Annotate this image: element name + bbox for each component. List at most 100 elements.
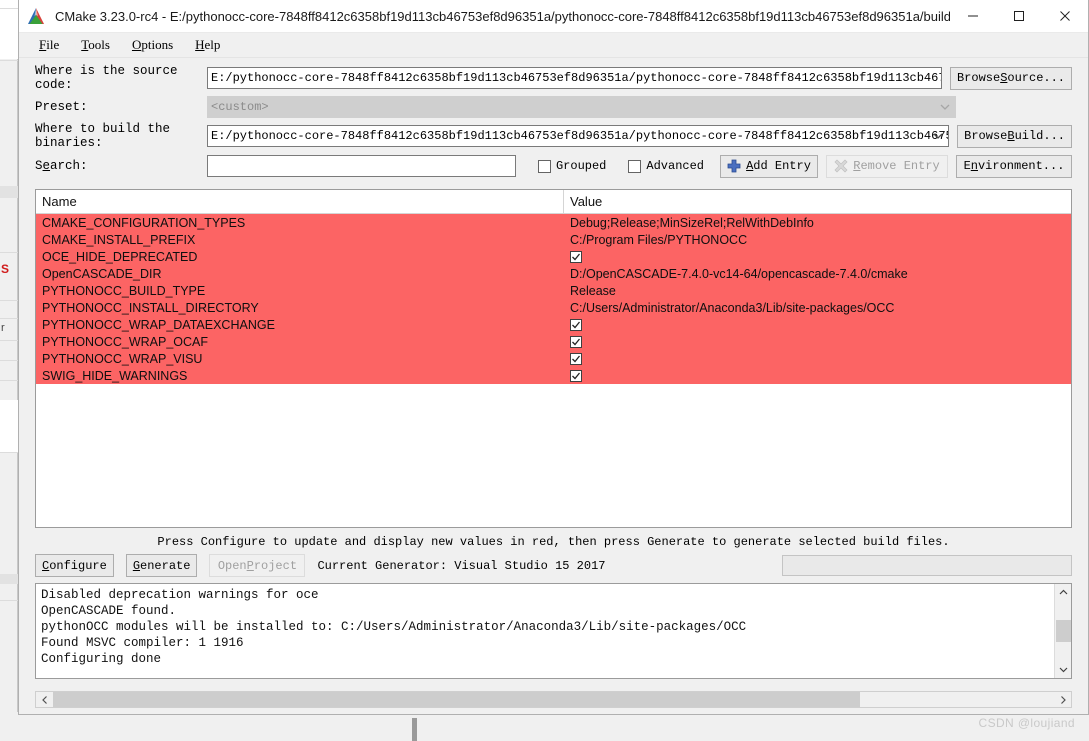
column-header-name[interactable]: Name	[36, 190, 564, 213]
menu-help[interactable]: Help	[185, 35, 230, 55]
menu-file[interactable]: FFileile	[29, 35, 69, 55]
cache-entry-name[interactable]: PYTHONOCC_WRAP_OCAF	[36, 333, 564, 350]
table-row[interactable]: OpenCASCADE_DIR D:/OpenCASCADE-7.4.0-vc14…	[36, 265, 1071, 282]
scroll-thumb[interactable]	[53, 692, 861, 707]
minimize-button[interactable]	[950, 0, 996, 33]
chevron-right-icon[interactable]	[1054, 692, 1071, 707]
environment-button[interactable]: En vironment...	[956, 154, 1072, 178]
source-label: Where is the source code:	[35, 64, 178, 92]
cache-entry-value[interactable]	[564, 316, 1071, 333]
table-row[interactable]: CMAKE_CONFIGURATION_TYPES Debug;Release;M…	[36, 214, 1071, 231]
close-button[interactable]	[1042, 0, 1088, 33]
cache-entry-value[interactable]	[564, 350, 1071, 367]
cache-entry-value[interactable]: Release	[564, 282, 1071, 299]
scroll-thumb[interactable]	[1055, 620, 1071, 642]
browse-build-button[interactable]: Browse Build...	[957, 124, 1072, 148]
log-line: OpenCASCADE found.	[41, 604, 177, 618]
open-project-button: Open Project	[209, 554, 306, 577]
cache-entry-checkbox[interactable]	[570, 318, 582, 331]
log-vertical-scrollbar[interactable]	[1054, 584, 1071, 678]
generate-button[interactable]: Generate	[125, 554, 198, 577]
cache-entry-value[interactable]: D:/OpenCASCADE-7.4.0-vc14-64/opencascade…	[564, 265, 1071, 282]
remove-entry-button: Remove Entry	[826, 154, 948, 178]
advanced-label: Advanced	[646, 159, 704, 173]
add-entry-button[interactable]: Add Entry	[720, 154, 818, 178]
search-label: Search:	[35, 159, 88, 173]
taskbar-tick	[412, 718, 417, 741]
cache-entries-table: Name Value CMAKE_CONFIGURATION_TYPES Debu…	[35, 189, 1072, 528]
log-line: Disabled deprecation warnings for oce	[41, 588, 319, 602]
cmake-logo-icon	[25, 6, 47, 26]
log-line: pythonOCC modules will be installed to: …	[41, 620, 747, 634]
remove-x-icon	[834, 159, 848, 173]
menu-options[interactable]: Options	[122, 35, 183, 55]
cache-entry-checkbox[interactable]	[570, 352, 582, 365]
table-row[interactable]: PYTHONOCC_INSTALL_DIRECTORY C:/Users/Admi…	[36, 299, 1071, 316]
log-line: Found MSVC compiler: 1 1916	[41, 636, 244, 650]
configure-button[interactable]: Configure	[35, 554, 114, 577]
source-row: Where is the source code: E:/pythonocc-c…	[35, 64, 1072, 92]
menu-tools[interactable]: Tools	[71, 35, 120, 55]
build-path-value: E:/pythonocc-core-7848ff8412c6358bf19d11…	[211, 129, 948, 143]
background-glyph: r	[1, 322, 5, 334]
scroll-track[interactable]	[1055, 601, 1071, 661]
add-entry-label: Add Entry	[746, 159, 811, 173]
table-body: CMAKE_CONFIGURATION_TYPES Debug;Release;M…	[36, 214, 1071, 527]
browse-source-button[interactable]: Browse Source...	[949, 66, 1072, 90]
cache-entry-value[interactable]: Debug;Release;MinSizeRel;RelWithDebInfo	[564, 214, 1071, 231]
search-input[interactable]	[207, 155, 516, 177]
background-glyph: S	[1, 262, 10, 276]
cache-entry-name[interactable]: SWIG_HIDE_WARNINGS	[36, 367, 564, 384]
grouped-checkbox[interactable]: Grouped	[537, 159, 606, 173]
table-row[interactable]: PYTHONOCC_WRAP_DATAEXCHANGE	[36, 316, 1071, 333]
cache-entry-name[interactable]: PYTHONOCC_WRAP_VISU	[36, 350, 564, 367]
maximize-button[interactable]	[996, 0, 1042, 33]
advanced-checkbox[interactable]: Advanced	[628, 159, 704, 173]
progress-bar	[782, 555, 1072, 576]
table-row[interactable]: CMAKE_INSTALL_PREFIX C:/Program Files/PYT…	[36, 231, 1071, 248]
table-row[interactable]: PYTHONOCC_WRAP_OCAF	[36, 333, 1071, 350]
preset-label: Preset:	[35, 100, 88, 114]
cache-entry-value[interactable]: C:/Program Files/PYTHONOCC	[564, 231, 1071, 248]
cache-entry-checkbox[interactable]	[570, 335, 582, 348]
preset-select[interactable]: <custom>	[207, 96, 956, 118]
cmake-gui-window: CMake 3.23.0-rc4 - E:/pythonocc-core-784…	[18, 0, 1089, 715]
cache-entry-value[interactable]	[564, 367, 1071, 384]
chevron-up-icon[interactable]	[1055, 584, 1072, 601]
build-path-input[interactable]: E:/pythonocc-core-7848ff8412c6358bf19d11…	[207, 125, 950, 147]
table-row[interactable]: OCE_HIDE_DEPRECATED	[36, 248, 1071, 265]
cache-entry-checkbox[interactable]	[570, 369, 582, 382]
chevron-down-icon	[939, 101, 951, 113]
log-text[interactable]: Disabled deprecation warnings for oce Ope…	[36, 584, 1054, 678]
current-generator-text: Current Generator: Visual Studio 15 2017	[317, 558, 606, 573]
screen: S r CMake 3.23.0-rc4 - E:/pythonocc-core…	[0, 0, 1089, 741]
cache-entry-name[interactable]: PYTHONOCC_WRAP_DATAEXCHANGE	[36, 316, 564, 333]
cache-entry-checkbox[interactable]	[570, 250, 582, 263]
action-row: Configure Generate Open Project Current …	[19, 554, 1088, 583]
chevron-down-icon[interactable]	[932, 130, 944, 142]
chevron-down-icon[interactable]	[1055, 661, 1072, 678]
table-row[interactable]: PYTHONOCC_BUILD_TYPE Release	[36, 282, 1071, 299]
window-title: CMake 3.23.0-rc4 - E:/pythonocc-core-784…	[55, 8, 950, 24]
preset-row: Preset: <custom> Browse	[35, 95, 1072, 119]
cache-entry-name[interactable]: PYTHONOCC_INSTALL_DIRECTORY	[36, 299, 564, 316]
source-path-input[interactable]: E:/pythonocc-core-7848ff8412c6358bf19d11…	[207, 67, 942, 89]
cache-entry-value[interactable]: C:/Users/Administrator/Anaconda3/Lib/sit…	[564, 299, 1071, 316]
background-window-strip[interactable]: S r	[0, 0, 18, 741]
menu-bar: FFileile Tools Options Help	[19, 33, 1088, 58]
log-horizontal-scrollbar[interactable]	[35, 691, 1072, 708]
chevron-left-icon[interactable]	[36, 692, 53, 707]
cache-entry-name[interactable]: OCE_HIDE_DEPRECATED	[36, 248, 564, 265]
output-log: Disabled deprecation warnings for oce Ope…	[35, 583, 1072, 679]
cache-entry-name[interactable]: CMAKE_INSTALL_PREFIX	[36, 231, 564, 248]
cache-entry-name[interactable]: PYTHONOCC_BUILD_TYPE	[36, 282, 564, 299]
table-row[interactable]: PYTHONOCC_WRAP_VISU	[36, 350, 1071, 367]
cache-entry-name[interactable]: CMAKE_CONFIGURATION_TYPES	[36, 214, 564, 231]
table-row[interactable]: SWIG_HIDE_WARNINGS	[36, 367, 1071, 384]
preset-value: <custom>	[211, 100, 269, 114]
title-bar: CMake 3.23.0-rc4 - E:/pythonocc-core-784…	[19, 0, 1088, 33]
cache-entry-value[interactable]	[564, 333, 1071, 350]
cache-entry-name[interactable]: OpenCASCADE_DIR	[36, 265, 564, 282]
column-header-value[interactable]: Value	[564, 190, 1071, 213]
cache-entry-value[interactable]	[564, 248, 1071, 265]
